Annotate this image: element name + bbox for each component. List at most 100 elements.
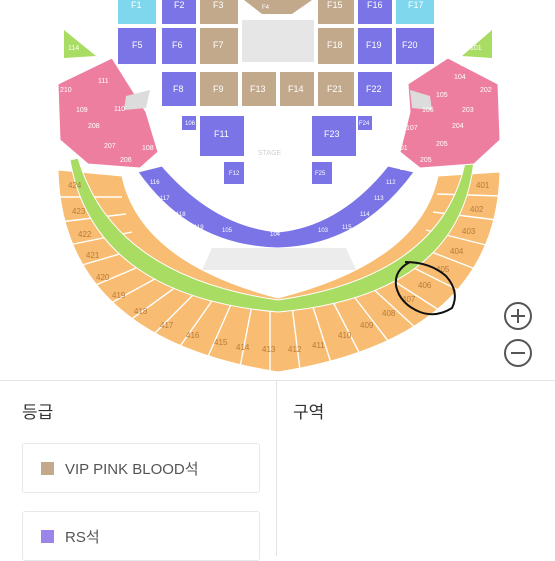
- zone-column: 구역: [276, 381, 555, 556]
- svg-text:F20: F20: [402, 40, 418, 50]
- rs-swatch: [41, 530, 54, 543]
- svg-text:114: 114: [360, 212, 370, 218]
- svg-text:414: 414: [236, 343, 250, 352]
- svg-text:F1: F1: [131, 0, 142, 10]
- svg-text:103: 103: [318, 228, 329, 234]
- svg-text:205: 205: [436, 141, 448, 148]
- svg-text:106: 106: [422, 107, 434, 114]
- svg-text:420: 420: [96, 273, 110, 282]
- svg-text:F3: F3: [213, 0, 224, 10]
- svg-text:422: 422: [78, 230, 92, 239]
- svg-text:415: 415: [214, 338, 228, 347]
- svg-text:F14: F14: [288, 84, 304, 94]
- zoom-out-button[interactable]: [504, 339, 532, 367]
- svg-text:F18: F18: [327, 40, 343, 50]
- section-114[interactable]: [64, 30, 96, 58]
- zoom-in-button[interactable]: [504, 302, 532, 330]
- grade-title: 등급: [22, 403, 54, 422]
- svg-text:120: 120: [206, 238, 217, 244]
- svg-text:116: 116: [150, 180, 160, 186]
- svg-text:413: 413: [262, 345, 276, 354]
- svg-text:108: 108: [142, 145, 154, 152]
- svg-text:F21: F21: [327, 84, 343, 94]
- svg-text:F7: F7: [213, 40, 224, 50]
- svg-text:F25: F25: [315, 171, 326, 177]
- svg-text:F16: F16: [367, 0, 383, 10]
- svg-text:204: 204: [452, 123, 464, 130]
- svg-text:F19: F19: [366, 40, 382, 50]
- svg-text:408: 408: [382, 309, 396, 318]
- svg-text:419: 419: [112, 291, 126, 300]
- svg-text:401: 401: [476, 181, 490, 190]
- svg-text:103: 103: [460, 61, 472, 68]
- svg-text:112: 112: [386, 180, 396, 186]
- orange-tier-400[interactable]: [57, 169, 501, 373]
- svg-text:202: 202: [480, 87, 492, 94]
- grade-name-rs: RS석: [65, 529, 100, 546]
- svg-text:402: 402: [470, 205, 484, 214]
- svg-text:110: 110: [114, 106, 125, 113]
- svg-text:119: 119: [194, 225, 204, 231]
- svg-text:203: 203: [462, 107, 474, 114]
- svg-text:206: 206: [120, 157, 132, 164]
- svg-text:417: 417: [160, 321, 174, 330]
- svg-text:104: 104: [270, 232, 281, 238]
- svg-text:409: 409: [360, 321, 374, 330]
- svg-text:410: 410: [338, 331, 352, 340]
- section-101[interactable]: [462, 30, 492, 58]
- svg-text:F24: F24: [359, 121, 370, 127]
- stage-center: [242, 20, 314, 62]
- svg-text:105: 105: [436, 92, 448, 99]
- svg-text:421: 421: [86, 251, 100, 260]
- seat-map-svg[interactable]: F1 F2 F3 F4 F15 F16 F17 F5 F6 F7 F18 F19…: [0, 0, 555, 380]
- svg-text:F11: F11: [214, 129, 229, 139]
- svg-text:111: 111: [98, 78, 109, 85]
- svg-text:106: 106: [185, 121, 196, 127]
- svg-text:416: 416: [186, 331, 200, 340]
- svg-text:F22: F22: [366, 84, 382, 94]
- grade-card-vip[interactable]: VIP PINK BLOOD석: [22, 443, 260, 493]
- svg-text:404: 404: [450, 247, 464, 256]
- svg-text:117: 117: [160, 196, 170, 202]
- svg-text:201: 201: [396, 145, 408, 152]
- svg-text:205: 205: [420, 157, 432, 164]
- svg-text:107: 107: [406, 125, 418, 132]
- label-101: 101: [470, 45, 482, 52]
- pink-right-sections[interactable]: [399, 57, 501, 169]
- svg-text:210: 210: [60, 87, 72, 94]
- svg-text:STAGE: STAGE: [258, 150, 282, 157]
- svg-text:104: 104: [454, 74, 466, 81]
- svg-text:424: 424: [68, 181, 82, 190]
- svg-text:207: 207: [104, 143, 116, 150]
- svg-text:F4: F4: [262, 5, 270, 11]
- svg-text:411: 411: [312, 341, 325, 350]
- svg-text:F8: F8: [173, 84, 184, 94]
- svg-text:113: 113: [374, 196, 384, 202]
- zone-title: 구역: [293, 403, 325, 422]
- svg-text:118: 118: [176, 212, 186, 218]
- label-114: 114: [68, 45, 79, 52]
- svg-text:F6: F6: [172, 40, 183, 50]
- svg-text:208: 208: [88, 123, 100, 130]
- grade-card-rs[interactable]: RS석: [22, 511, 260, 561]
- svg-text:105: 105: [222, 228, 233, 234]
- vip-swatch: [41, 462, 54, 475]
- svg-text:115: 115: [342, 225, 352, 231]
- section-f4[interactable]: [244, 0, 312, 14]
- svg-text:418: 418: [134, 307, 148, 316]
- svg-text:112: 112: [82, 61, 93, 68]
- svg-text:F12: F12: [229, 171, 240, 177]
- bottom-panel: 등급 VIP PINK BLOOD석 RS석 구역: [0, 380, 555, 561]
- svg-text:412: 412: [288, 345, 302, 354]
- svg-text:109: 109: [76, 107, 88, 114]
- svg-text:F23: F23: [324, 129, 340, 139]
- grade-name-vip: VIP PINK BLOOD석: [65, 461, 199, 478]
- svg-text:F2: F2: [174, 0, 185, 10]
- svg-text:F9: F9: [213, 84, 224, 94]
- svg-text:403: 403: [462, 227, 476, 236]
- svg-text:F13: F13: [250, 84, 266, 94]
- grade-column: 등급 VIP PINK BLOOD석 RS석: [0, 381, 276, 561]
- svg-text:423: 423: [72, 207, 86, 216]
- svg-text:F17: F17: [408, 0, 424, 10]
- seat-map[interactable]: F1 F2 F3 F4 F15 F16 F17 F5 F6 F7 F18 F19…: [0, 0, 555, 380]
